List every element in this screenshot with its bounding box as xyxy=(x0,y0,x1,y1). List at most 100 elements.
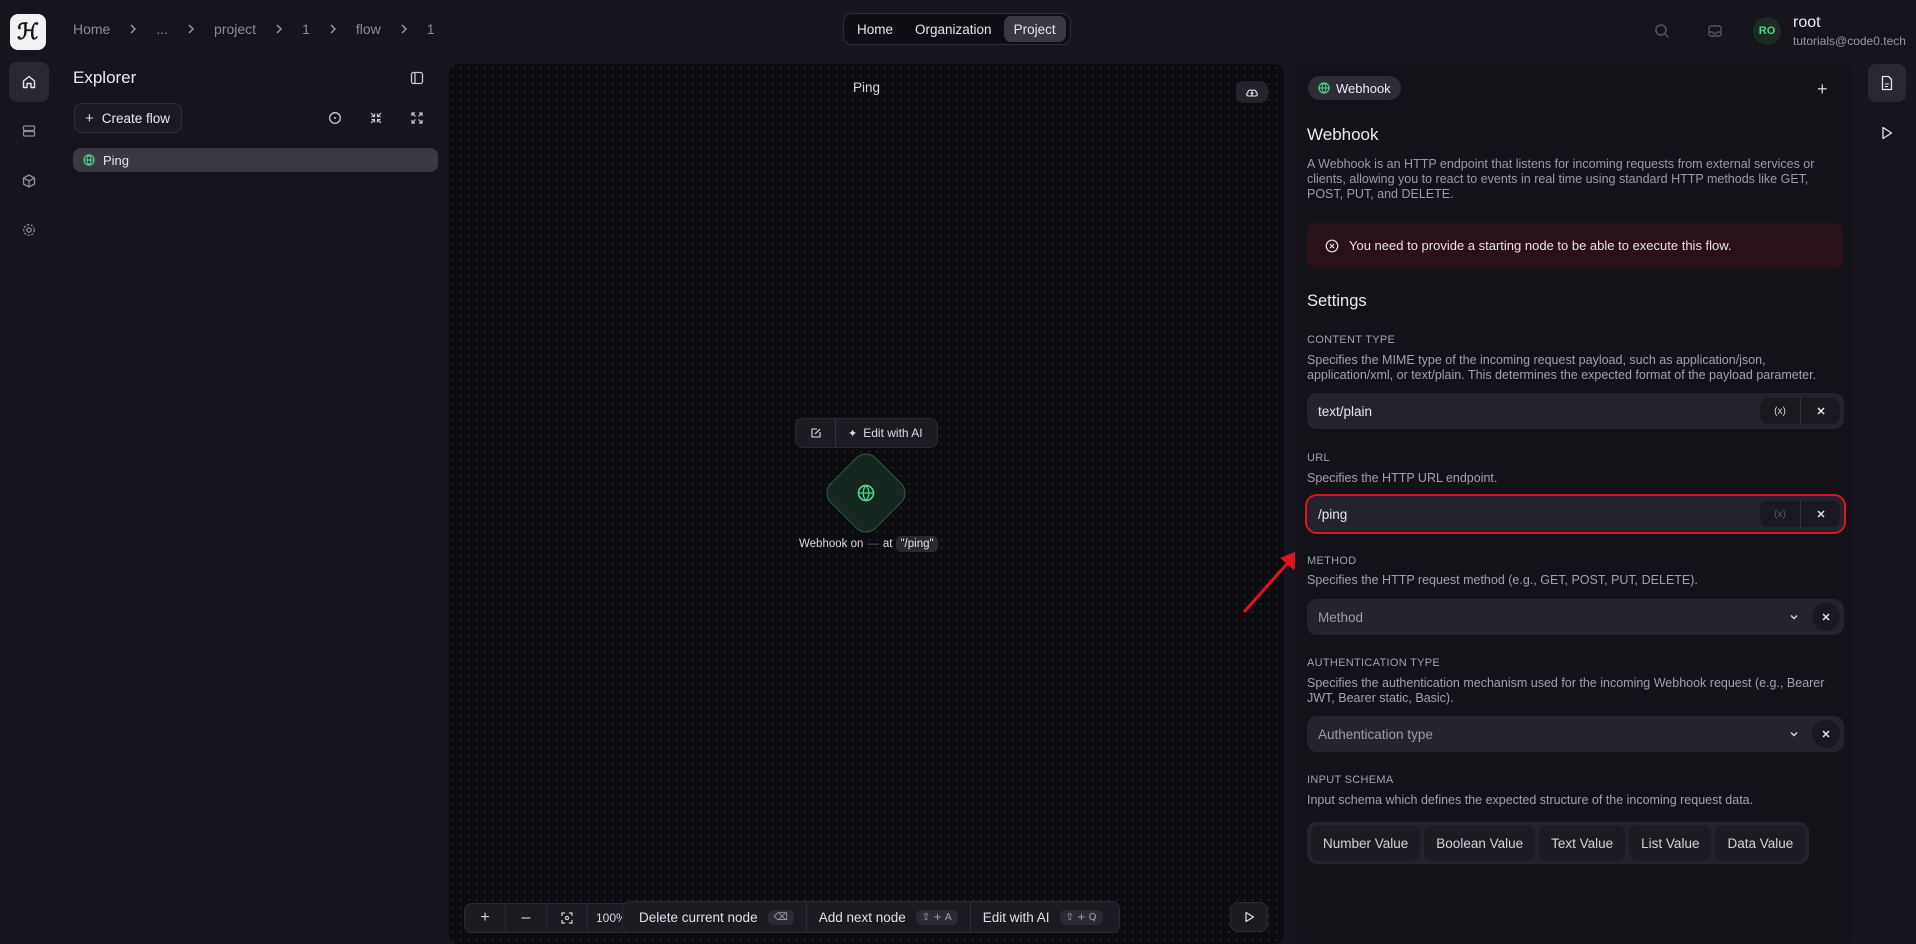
user-email: tutorials@code0.tech xyxy=(1793,34,1906,48)
close-icon xyxy=(1822,613,1830,621)
chevron-right-icon xyxy=(401,24,407,34)
create-flow-button[interactable]: + Create flow xyxy=(74,103,182,133)
edit-icon xyxy=(810,428,821,438)
url-field[interactable]: /ping (x) xyxy=(1305,494,1846,534)
clear-button[interactable] xyxy=(1800,501,1840,527)
edit-with-ai-label: Edit with AI xyxy=(863,426,923,440)
chevron-right-icon xyxy=(330,24,336,34)
boolean-value-button[interactable]: Boolean Value xyxy=(1424,825,1536,861)
input-schema-label: INPUT SCHEMA xyxy=(1307,774,1394,786)
panel-description: A Webhook is an HTTP endpoint that liste… xyxy=(1307,157,1815,201)
rail-database[interactable] xyxy=(9,111,49,151)
number-value-button[interactable]: Number Value xyxy=(1311,825,1421,861)
node-label-path: "/ping" xyxy=(896,536,938,552)
list-value-button[interactable]: List Value xyxy=(1629,825,1712,861)
panel-title: Webhook xyxy=(1307,125,1379,144)
run-flow-button[interactable] xyxy=(1230,902,1268,932)
node-label-method: — xyxy=(867,538,879,550)
method-placeholder: Method xyxy=(1318,609,1364,625)
chevron-right-icon xyxy=(276,24,283,34)
text-value-button[interactable]: Text Value xyxy=(1539,825,1626,861)
clear-button[interactable] xyxy=(1812,603,1840,631)
explorer-title: Explorer xyxy=(73,68,137,87)
method-select[interactable]: Method xyxy=(1307,599,1844,635)
flow-item-ping[interactable]: Ping xyxy=(73,148,438,172)
delete-node-label: Delete current node xyxy=(639,909,758,925)
expand-all-icon[interactable] xyxy=(405,106,429,130)
node-label: Webhook on — at "/ping" xyxy=(799,536,938,552)
plus-icon: + xyxy=(85,109,94,127)
auth-type-description: Specifies the authentication mechanism u… xyxy=(1307,676,1825,705)
fit-view-button[interactable] xyxy=(547,904,588,932)
breadcrumb-project-id[interactable]: 1 xyxy=(302,21,310,37)
add-next-node-button[interactable]: Add next node ⇧ + A xyxy=(807,902,971,932)
collapse-all-icon[interactable] xyxy=(364,106,388,130)
edit-node-button[interactable] xyxy=(796,419,836,447)
rail-properties[interactable] xyxy=(1868,64,1906,102)
rail-run[interactable] xyxy=(1868,114,1906,152)
variable-button[interactable]: (x) xyxy=(1760,398,1800,424)
breadcrumb-ellipsis[interactable]: ... xyxy=(156,21,168,37)
globe-icon xyxy=(857,484,875,502)
globe-icon xyxy=(1318,82,1330,94)
close-icon xyxy=(1822,730,1830,738)
focus-icon xyxy=(561,912,573,924)
content-type-actions: (x) xyxy=(1760,398,1840,424)
app-logo[interactable]: ℋ xyxy=(10,14,46,50)
deploy-button[interactable] xyxy=(1236,81,1268,103)
breadcrumb: Home ... project 1 flow 1 xyxy=(73,21,435,37)
breadcrumb-flow[interactable]: flow xyxy=(356,21,381,37)
error-alert-text: You need to provide a starting node to b… xyxy=(1349,238,1732,253)
rail-modules[interactable] xyxy=(9,161,49,201)
breadcrumb-project[interactable]: project xyxy=(214,21,256,37)
breadcrumb-home[interactable]: Home xyxy=(73,21,110,37)
node-type-chip[interactable]: Webhook xyxy=(1308,76,1401,100)
tab-project[interactable]: Project xyxy=(1003,16,1066,42)
cube-icon xyxy=(22,174,36,188)
variable-button[interactable]: (x) xyxy=(1760,501,1800,527)
x-circle-icon xyxy=(1325,239,1339,252)
cloud-upload-icon xyxy=(1246,89,1258,97)
clear-button[interactable] xyxy=(1812,720,1840,748)
create-flow-label: Create flow xyxy=(101,110,171,126)
url-label: URL xyxy=(1307,452,1330,464)
history-icon[interactable] xyxy=(323,106,347,130)
clear-button[interactable] xyxy=(1800,398,1840,424)
add-node-button[interactable]: + xyxy=(1817,79,1828,100)
play-icon xyxy=(1244,911,1254,923)
data-value-button[interactable]: Data Value xyxy=(1715,825,1806,861)
flow-item-label: Ping xyxy=(103,152,130,168)
home-icon xyxy=(22,75,36,89)
auth-type-select[interactable]: Authentication type xyxy=(1307,716,1844,752)
content-type-label: CONTENT TYPE xyxy=(1307,334,1396,346)
edit-with-ai-action-label: Edit with AI xyxy=(982,909,1050,925)
breadcrumb-flow-id[interactable]: 1 xyxy=(427,21,435,37)
edit-with-ai-action-button[interactable]: Edit with AI ⇧ + Q xyxy=(971,902,1115,932)
inbox-icon[interactable] xyxy=(1703,19,1727,43)
globe-icon xyxy=(83,154,95,166)
auth-type-label: AUTHENTICATION TYPE xyxy=(1307,657,1441,669)
node-label-at: at xyxy=(882,538,893,550)
server-icon xyxy=(22,125,36,137)
close-icon xyxy=(1816,407,1825,415)
method-label: METHOD xyxy=(1307,555,1357,567)
chevron-right-icon xyxy=(188,24,195,34)
node-type-chip-label: Webhook xyxy=(1336,80,1391,96)
sidebar-toggle-icon[interactable] xyxy=(405,66,429,90)
search-icon[interactable] xyxy=(1650,19,1674,43)
content-type-field[interactable]: text/plain (x) xyxy=(1307,393,1844,429)
rail-settings[interactable] xyxy=(9,210,49,250)
url-description: Specifies the HTTP URL endpoint. xyxy=(1307,471,1498,485)
edit-with-ai-button[interactable]: ✦ Edit with AI xyxy=(836,426,923,440)
delete-node-shortcut: ⌫ xyxy=(767,909,794,925)
tab-organization[interactable]: Organization xyxy=(905,16,1002,42)
file-icon xyxy=(1881,75,1893,91)
avatar[interactable]: RO xyxy=(1753,17,1781,45)
top-nav-tabs: Home Organization Project xyxy=(843,13,1071,45)
delete-node-button[interactable]: Delete current node ⌫ xyxy=(627,902,807,932)
zoom-out-button[interactable]: – xyxy=(506,904,547,932)
zoom-in-button[interactable]: + xyxy=(465,904,506,932)
edit-with-ai-shortcut: ⇧ + Q xyxy=(1059,909,1103,925)
rail-home[interactable] xyxy=(9,62,49,102)
tab-home[interactable]: Home xyxy=(847,16,903,42)
